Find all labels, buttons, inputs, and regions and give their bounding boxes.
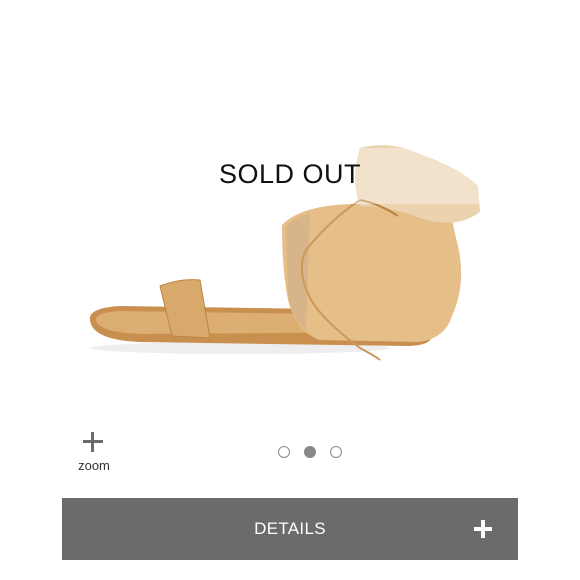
gallery-dot-2[interactable] xyxy=(304,446,316,458)
product-page: SOLD OUT zoom DETAILS xyxy=(0,0,580,580)
gallery-pagination xyxy=(278,446,342,460)
plus-icon xyxy=(83,432,103,452)
gallery-dot-1[interactable] xyxy=(278,446,290,458)
zoom-button[interactable]: zoom xyxy=(70,428,118,476)
details-label: DETAILS xyxy=(254,519,326,538)
zoom-label: zoom xyxy=(78,458,110,473)
plus-icon xyxy=(474,520,492,538)
sold-out-label: SOLD OUT xyxy=(218,159,362,189)
details-accordion-button[interactable]: DETAILS xyxy=(62,498,518,560)
gallery-dot-3[interactable] xyxy=(330,446,342,458)
